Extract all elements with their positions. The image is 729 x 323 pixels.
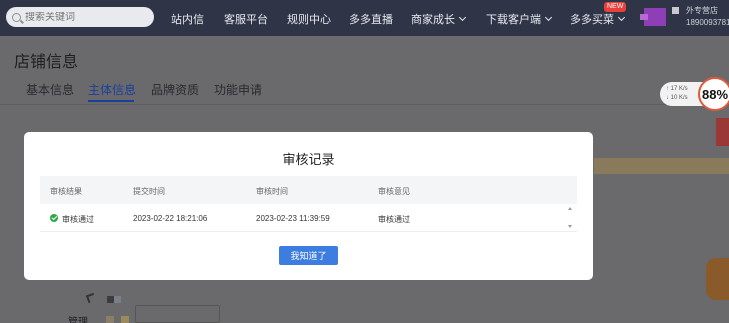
column-header-result: 审核结果	[50, 187, 82, 196]
text-field[interactable]	[135, 305, 220, 323]
store-status-icon	[672, 7, 679, 14]
store-info[interactable]: 外专营店 1890093781	[686, 5, 729, 29]
column-header-opinion: 审核意见	[378, 187, 410, 196]
nav-item-messages[interactable]: 站内信	[171, 11, 204, 27]
search-icon	[12, 12, 21, 22]
blurred-image	[106, 316, 114, 323]
table-scrollbar[interactable]	[568, 207, 574, 231]
got-it-button[interactable]: 我知道了	[279, 246, 338, 265]
table-header: 审核结果 提交时间 审核时间 审核意见	[40, 176, 577, 204]
notice-banner	[594, 158, 729, 174]
mascot-float-icon[interactable]	[706, 258, 729, 300]
chevron-down-icon	[458, 13, 467, 22]
nav-item-service[interactable]: 客服平台	[224, 11, 268, 27]
nav-item-download[interactable]: 下载客户端	[486, 11, 553, 27]
cell-opinion: 审核通过	[378, 215, 410, 224]
nav-item-download-label: 下载客户端	[486, 14, 541, 26]
tab-basic-info[interactable]: 基本信息	[26, 81, 74, 98]
tab-brand-qualification[interactable]: 品牌资质	[151, 81, 199, 98]
top-nav-bar: 站内信 客服平台 规则中心 多多直播 商家成长 下载客户端 多多买菜 NEW 外…	[0, 0, 729, 36]
store-name: 外专营店	[686, 6, 718, 15]
blurred-image	[121, 316, 129, 323]
manage-label: 管理	[68, 317, 88, 323]
nav-item-rules[interactable]: 规则中心	[287, 11, 331, 27]
cell-result: 审核通过	[62, 215, 94, 224]
scroll-down-arrow-icon[interactable]	[568, 225, 572, 228]
check-circle-icon	[50, 214, 58, 222]
page-title: 店铺信息	[14, 54, 79, 71]
dialog-title: 审核记录	[282, 152, 335, 167]
store-logo[interactable]	[640, 8, 666, 26]
cell-review-time: 2023-02-23 11:39:59	[256, 214, 330, 223]
search-box[interactable]	[6, 7, 154, 27]
nav-item-growth[interactable]: 商家成长	[411, 11, 467, 27]
chevron-down-icon	[544, 13, 553, 22]
column-header-submit-time: 提交时间	[133, 187, 165, 196]
cell-submit-time: 2023-02-22 18:21:06	[133, 214, 208, 223]
review-record-dialog: 审核记录 审核结果 提交时间 审核时间 审核意见 审核通过 2023-02-22…	[24, 132, 593, 280]
nav-item-grocery-label: 多多买菜	[570, 14, 614, 26]
blurred-image	[114, 296, 121, 303]
table-row: 审核通过 2023-02-22 18:21:06 2023-02-23 11:3…	[40, 204, 577, 232]
column-header-review-time: 审核时间	[256, 187, 288, 196]
tab-entity-info[interactable]: 主体信息	[88, 81, 136, 98]
blurred-image	[107, 296, 114, 303]
cpu-usage-badge[interactable]: 88%	[698, 77, 729, 111]
scroll-up-arrow-icon[interactable]	[568, 207, 572, 210]
nav-item-growth-label: 商家成长	[411, 14, 455, 26]
active-tab-indicator	[88, 100, 134, 102]
nav-item-grocery[interactable]: 多多买菜	[570, 11, 626, 27]
new-badge: NEW	[604, 2, 627, 12]
chevron-down-icon	[617, 13, 626, 22]
search-input[interactable]	[25, 11, 145, 23]
tab-feature-application[interactable]: 功能申请	[214, 81, 262, 98]
store-id: 1890093781	[686, 18, 729, 27]
side-panel-tab[interactable]	[716, 118, 729, 146]
nav-item-live[interactable]: 多多直播	[349, 11, 393, 27]
divider	[0, 104, 729, 105]
